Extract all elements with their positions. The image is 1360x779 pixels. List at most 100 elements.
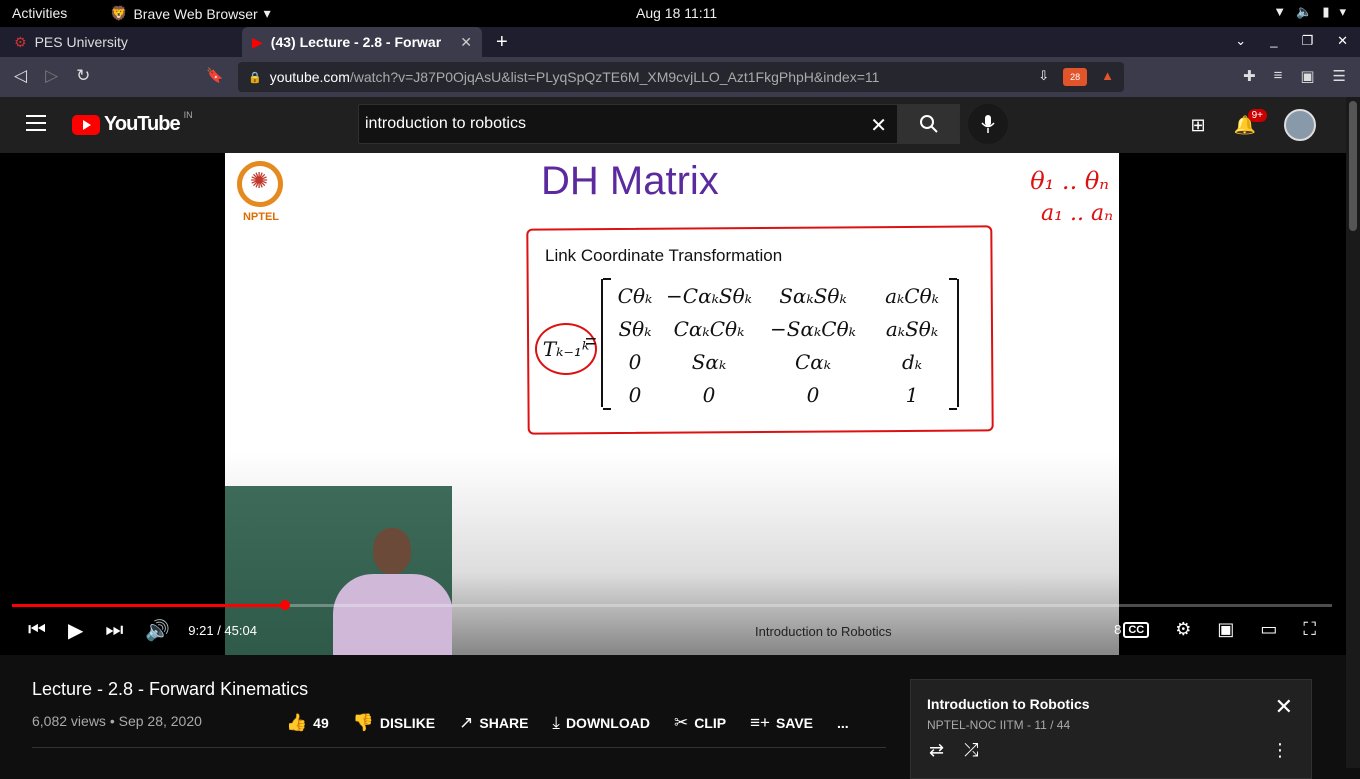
nptel-logo: NPTEL [237,161,285,223]
video-info: Lecture - 2.8 - Forward Kinematics 6,082… [0,655,1346,779]
bookmark-icon[interactable]: 🔖 [206,67,223,84]
volume-icon: 🔈 [1296,4,1313,19]
time-display: 9:21 / 45:04 [188,623,257,638]
new-tab-button[interactable]: + [496,31,508,54]
playlist-title[interactable]: Introduction to Robotics [927,696,1090,712]
chevron-down-icon: ▾ [1339,4,1346,19]
volume-icon[interactable]: 🔊 [145,618,170,643]
thumbs-up-icon: 👍 [286,713,308,732]
clear-search-icon[interactable]: ✕ [870,113,887,138]
microphone-icon [981,115,995,133]
notifications-button[interactable]: 🔔 9+ [1234,108,1267,136]
close-tab-icon[interactable]: ✕ [460,34,472,51]
app-name: Brave Web Browser [133,5,258,22]
activities-button[interactable]: Activities [12,5,67,21]
notification-badge: 9+ [1247,108,1267,122]
tab-strip: ⚙ PES University ▶ (43) Lecture - 2.8 - … [0,27,1360,57]
navigation-bar: ◁ ▷ ↻ 🔖 🔒 youtube.com/watch?v=J87P0OjqAs… [0,57,1360,97]
voice-search-button[interactable] [968,104,1008,144]
extensions-icon[interactable]: ✚ [1243,67,1256,85]
seek-bar[interactable] [12,600,1332,610]
menu-icon[interactable]: ☰ [1333,67,1346,85]
shuffle-icon[interactable]: ⤮ [964,740,978,761]
matrix-cell: CαₖCθₖ [673,316,745,341]
matrix-cell: Cθₖ [617,283,653,308]
play-icon[interactable]: ▶ [68,618,83,643]
install-icon[interactable]: ⇩ [1038,68,1049,86]
video-player[interactable]: NPTEL DH Matrix θ₁ .. θₙ a₁ .. aₙ Link C… [0,153,1346,655]
maximize-icon[interactable]: ❐ [1301,33,1313,49]
dislike-button[interactable]: 👎 DISLIKE [353,713,435,733]
clip-button[interactable]: ✂ CLIP [674,713,726,733]
page-scrollbar[interactable] [1346,97,1360,768]
avatar[interactable] [1284,109,1316,141]
video-actions: 👍 49 👎 DISLIKE ↗ SHARE ⤓ DOWNLOAD ✂ CLIP ≡+ SA… [286,713,849,733]
site-favicon-icon: ⚙ [14,33,27,50]
window-controls: ⌄ _ ❐ ✕ [1235,33,1348,49]
tab-label: (43) Lecture - 2.8 - Forward [270,34,441,50]
address-bar[interactable]: 🔒 youtube.com/watch?v=J87P0OjqAsU&list=P… [238,62,1124,92]
matrix-cell: 1 [905,382,919,407]
hamburger-menu-icon[interactable] [26,115,46,136]
clock[interactable]: Aug 18 11:11 [636,5,717,21]
system-top-bar: Activities 🦁 Brave Web Browser ▾ Aug 18 … [0,0,1360,27]
youtube-logo[interactable]: YouTube IN [72,109,193,136]
divider [32,747,886,748]
search-input[interactable]: introduction to robotics ✕ [358,104,898,144]
download-button[interactable]: ⤓ DOWNLOAD [552,713,650,733]
matrix-cell: SαₖSθₖ [779,283,847,308]
youtube-play-icon [72,114,100,135]
brave-shields-icon[interactable]: 28 [1063,68,1088,86]
dh-matrix: Cθₖ −CαₖSθₖ SαₖSθₖ aₖCθₖ Sθₖ CαₖCθₖ −Sαₖ… [601,278,959,410]
player-controls: ⏮ ▶ ⏭ 🔊 9:21 / 45:04 Introduction to Rob… [0,612,1346,652]
forward-icon[interactable]: ▷ [45,66,58,86]
theater-mode-icon[interactable]: ▭ [1260,619,1277,640]
minimize-icon[interactable]: _ [1270,33,1277,49]
handwritten-note: θ₁ .. θₙ [1030,167,1109,195]
matrix-cell: Sαₖ [691,349,727,374]
save-button[interactable]: ≡+ SAVE [750,713,813,733]
back-icon[interactable]: ◁ [14,66,27,86]
region-code: IN [183,109,193,120]
more-options-icon[interactable]: ⋮ [1271,740,1289,761]
matrix-cell: −CαₖSθₖ [666,283,752,308]
matrix-cell: 0 [702,382,716,407]
battery-icon: ▮ [1322,4,1330,19]
captions-button[interactable]: CC [1123,621,1150,638]
chevron-down-icon: ▾ [263,5,271,21]
tab-search-icon[interactable]: ⌄ [1235,33,1246,49]
video-title: Lecture - 2.8 - Forward Kinematics [32,679,309,699]
app-menu[interactable]: 🦁 Brave Web Browser ▾ [110,5,271,22]
miniplayer-icon[interactable]: ▣ [1217,619,1234,640]
matrix-cell: aₖSθₖ [885,316,939,341]
reload-icon[interactable]: ↻ [76,66,90,86]
matrix-cell: 0 [628,349,642,374]
video-chapter-label: Introduction to Robotics [755,624,892,639]
settings-gear-icon[interactable]: ⚙ [1175,619,1191,640]
like-button[interactable]: 👍 49 [286,713,329,733]
playlist-subtitle: NPTEL-NOC IITM - 11 / 44 [927,718,1071,732]
brave-rewards-icon[interactable]: ▲ [1101,68,1114,86]
wallet-icon[interactable]: ▣ [1300,67,1314,85]
add-to-playlist-icon: ≡+ [750,713,770,732]
create-video-icon[interactable]: ⊞ [1190,115,1205,136]
more-actions-button[interactable]: ... [837,715,849,731]
tab-pes-university[interactable]: ⚙ PES University [4,27,240,57]
system-tray[interactable]: ▼ 🔈 ▮ ▾ [1273,4,1346,20]
close-window-icon[interactable]: ✕ [1337,33,1348,49]
tab-youtube-lecture[interactable]: ▶ (43) Lecture - 2.8 - Forward ✕ [242,27,482,57]
matrix-cell: Sθₖ [618,316,652,341]
slide-subtitle: Link Coordinate Transformation [545,246,783,265]
playlist-icon[interactable]: ≡ [1274,67,1283,85]
next-icon[interactable]: ⏭ [105,619,123,642]
previous-icon[interactable]: ⏮ [28,619,46,642]
share-button[interactable]: ↗ SHARE [459,713,528,733]
close-icon[interactable]: ✕ [1275,694,1293,720]
loop-icon[interactable]: ⇄ [929,740,944,761]
equals-sign: = [585,331,597,353]
url-host: youtube.com [269,69,350,85]
thumbs-down-icon: 👎 [352,713,374,732]
fullscreen-icon[interactable]: ⛶ [1303,619,1316,640]
search-button[interactable] [898,104,960,144]
playlist-panel: Introduction to Robotics NPTEL-NOC IITM … [910,679,1312,779]
